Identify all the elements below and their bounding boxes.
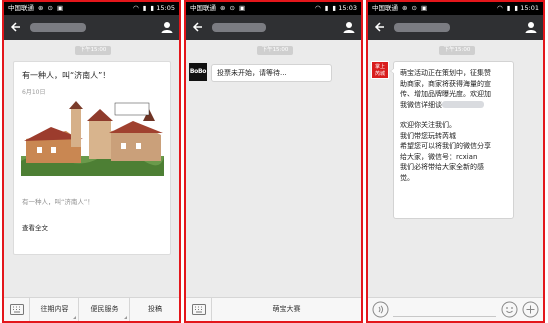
plus-icon[interactable] [522,301,539,318]
menu-label: 便民服务 [90,305,119,313]
title-bar [368,15,543,40]
phone-screen-2: 中国联通 ⊛ ⊙ ▣ ◠ ▮ ▮ 15:03 下午15:00 BoBo 投票未开… [184,0,363,323]
message-line: 觉。 [400,173,414,182]
profile-icon[interactable] [159,19,175,35]
article-summary: 有一种人，叫“济南人”！ [22,198,94,206]
notification-icons: ⊛ ⊙ ▣ [402,4,429,12]
chat-area[interactable]: 下午15:00 BoBo 投票未开始，请等待... [186,40,361,321]
account-name-blurred [212,23,266,32]
title-bar [4,15,179,40]
article-cover-image [21,101,164,176]
message-line: 我们带您玩转芮城 [400,131,456,140]
phone-screen-3: 中国联通 ⊛ ⊙ ▣ ◠ ▮ ▮ 15:01 下午15:00 掌上 芮城 萌宝活… [366,0,545,323]
menu-baby-contest[interactable]: 萌宝大赛 [212,298,361,321]
notification-icons: ⊛ ⊙ ▣ [220,4,247,12]
menu-submit[interactable]: 投稿 [131,298,179,321]
keyboard-toggle-button[interactable] [186,298,212,321]
profile-icon[interactable] [341,19,357,35]
menu-label: 往期内容 [40,305,69,313]
time-badge: 下午15:00 [439,46,475,55]
message-line: 我微信详细谈 [400,100,507,111]
article-title: 有一种人，叫“济南人”！ [22,71,111,80]
menu-past-content[interactable]: 往期内容 [31,298,79,321]
carrier-label: 中国联通 [8,4,34,12]
message-paragraph-1: 萌宝活动正在策划中，征集赞 助商家，商家将获得海量的宣 传、增加品牌曝光度。欢迎… [400,68,507,110]
message-line: 助商家，商家将获得海量的宣 [400,79,491,88]
article-card[interactable]: 有一种人，叫“济南人”！ 6月10日 有一种人，叫“济南人”！ 查看全文 [13,61,171,255]
read-more-link[interactable]: 查看全文 [22,222,48,232]
chat-area[interactable]: 下午15:00 有一种人，叫“济南人”！ 6月10日 有一种人，叫“济南人”！ … [4,40,179,321]
signal-wifi-battery-icon: ◠ ▮ ▮ [315,4,337,12]
emoji-icon[interactable] [501,301,518,318]
signal-wifi-battery-icon: ◠ ▮ ▮ [497,4,519,12]
time-badge: 下午15:00 [257,46,293,55]
article-date: 6月10日 [22,89,46,96]
status-time: 15:01 [520,4,539,12]
status-bar: 中国联通 ⊛ ⊙ ▣ ◠ ▮ ▮ 15:03 [186,2,361,15]
back-arrow-icon[interactable] [190,19,206,35]
back-arrow-icon[interactable] [372,19,388,35]
avatar-text-line: 芮城 [374,71,385,77]
status-bar: 中国联通 ⊛ ⊙ ▣ ◠ ▮ ▮ 15:01 [368,2,543,15]
menu-bar: 往期内容 便民服务 投稿 [4,297,179,321]
status-bar: 中国联通 ⊛ ⊙ ▣ ◠ ▮ ▮ 15:05 [4,2,179,15]
back-arrow-icon[interactable] [8,19,24,35]
menu-services[interactable]: 便民服务 [80,298,130,321]
account-avatar[interactable]: BoBo [189,63,207,81]
message-line: 给大家，微信号：rcxian [400,152,478,161]
carrier-label: 中国联通 [372,4,398,12]
message-bubble[interactable]: 萌宝活动正在策划中，征集赞 助商家，商家将获得海量的宣 传、增加品牌曝光度。欢迎… [390,61,514,219]
keyboard-toggle-button[interactable] [4,298,30,321]
avatar-text-line: 掌上 [374,64,385,70]
notification-icons: ⊛ ⊙ ▣ [38,4,65,12]
message-line: 我们必将带给大家全新的感 [400,163,484,171]
message-paragraph-2: 欢迎你关注我们。 我们带您玩转芮城 希望您可以将我们的微信分享 给大家，微信号：… [400,120,507,183]
message-line: 传、增加品牌曝光度。欢迎加 [400,90,491,98]
redacted-wechat-id [442,101,484,108]
carrier-label: 中国联通 [190,4,216,12]
account-name-blurred [394,23,450,32]
message-line: 希望您可以将我们的微信分享 [400,142,491,150]
status-time: 15:05 [156,4,175,12]
message-line: 萌宝活动正在策划中，征集赞 [400,69,491,77]
chat-area[interactable]: 下午15:00 掌上 芮城 萌宝活动正在策划中，征集赞 助商家，商家将获得海量的… [368,40,543,321]
message-line: 欢迎你关注我们。 [400,121,456,129]
phone-screen-1: 中国联通 ⊛ ⊙ ▣ ◠ ▮ ▮ 15:05 下午15:00 有一种人，叫“济南… [2,0,181,323]
voice-icon[interactable] [372,301,389,318]
menu-label: 投稿 [148,305,162,313]
message-input[interactable] [393,302,496,317]
account-name-blurred [30,23,86,32]
time-badge: 下午15:00 [75,46,111,55]
status-time: 15:03 [338,4,357,12]
account-avatar[interactable]: 掌上 芮城 [371,61,389,79]
input-bar [368,297,543,321]
signal-wifi-battery-icon: ◠ ▮ ▮ [133,4,155,12]
profile-icon[interactable] [523,19,539,35]
menu-bar: 萌宝大赛 [186,297,361,321]
title-bar [186,15,361,40]
keyboard-icon [192,304,206,315]
keyboard-icon [10,304,24,315]
message-line-text: 我微信详细谈 [400,100,442,109]
message-bubble[interactable]: 投票未开始，请等待... [211,64,332,82]
